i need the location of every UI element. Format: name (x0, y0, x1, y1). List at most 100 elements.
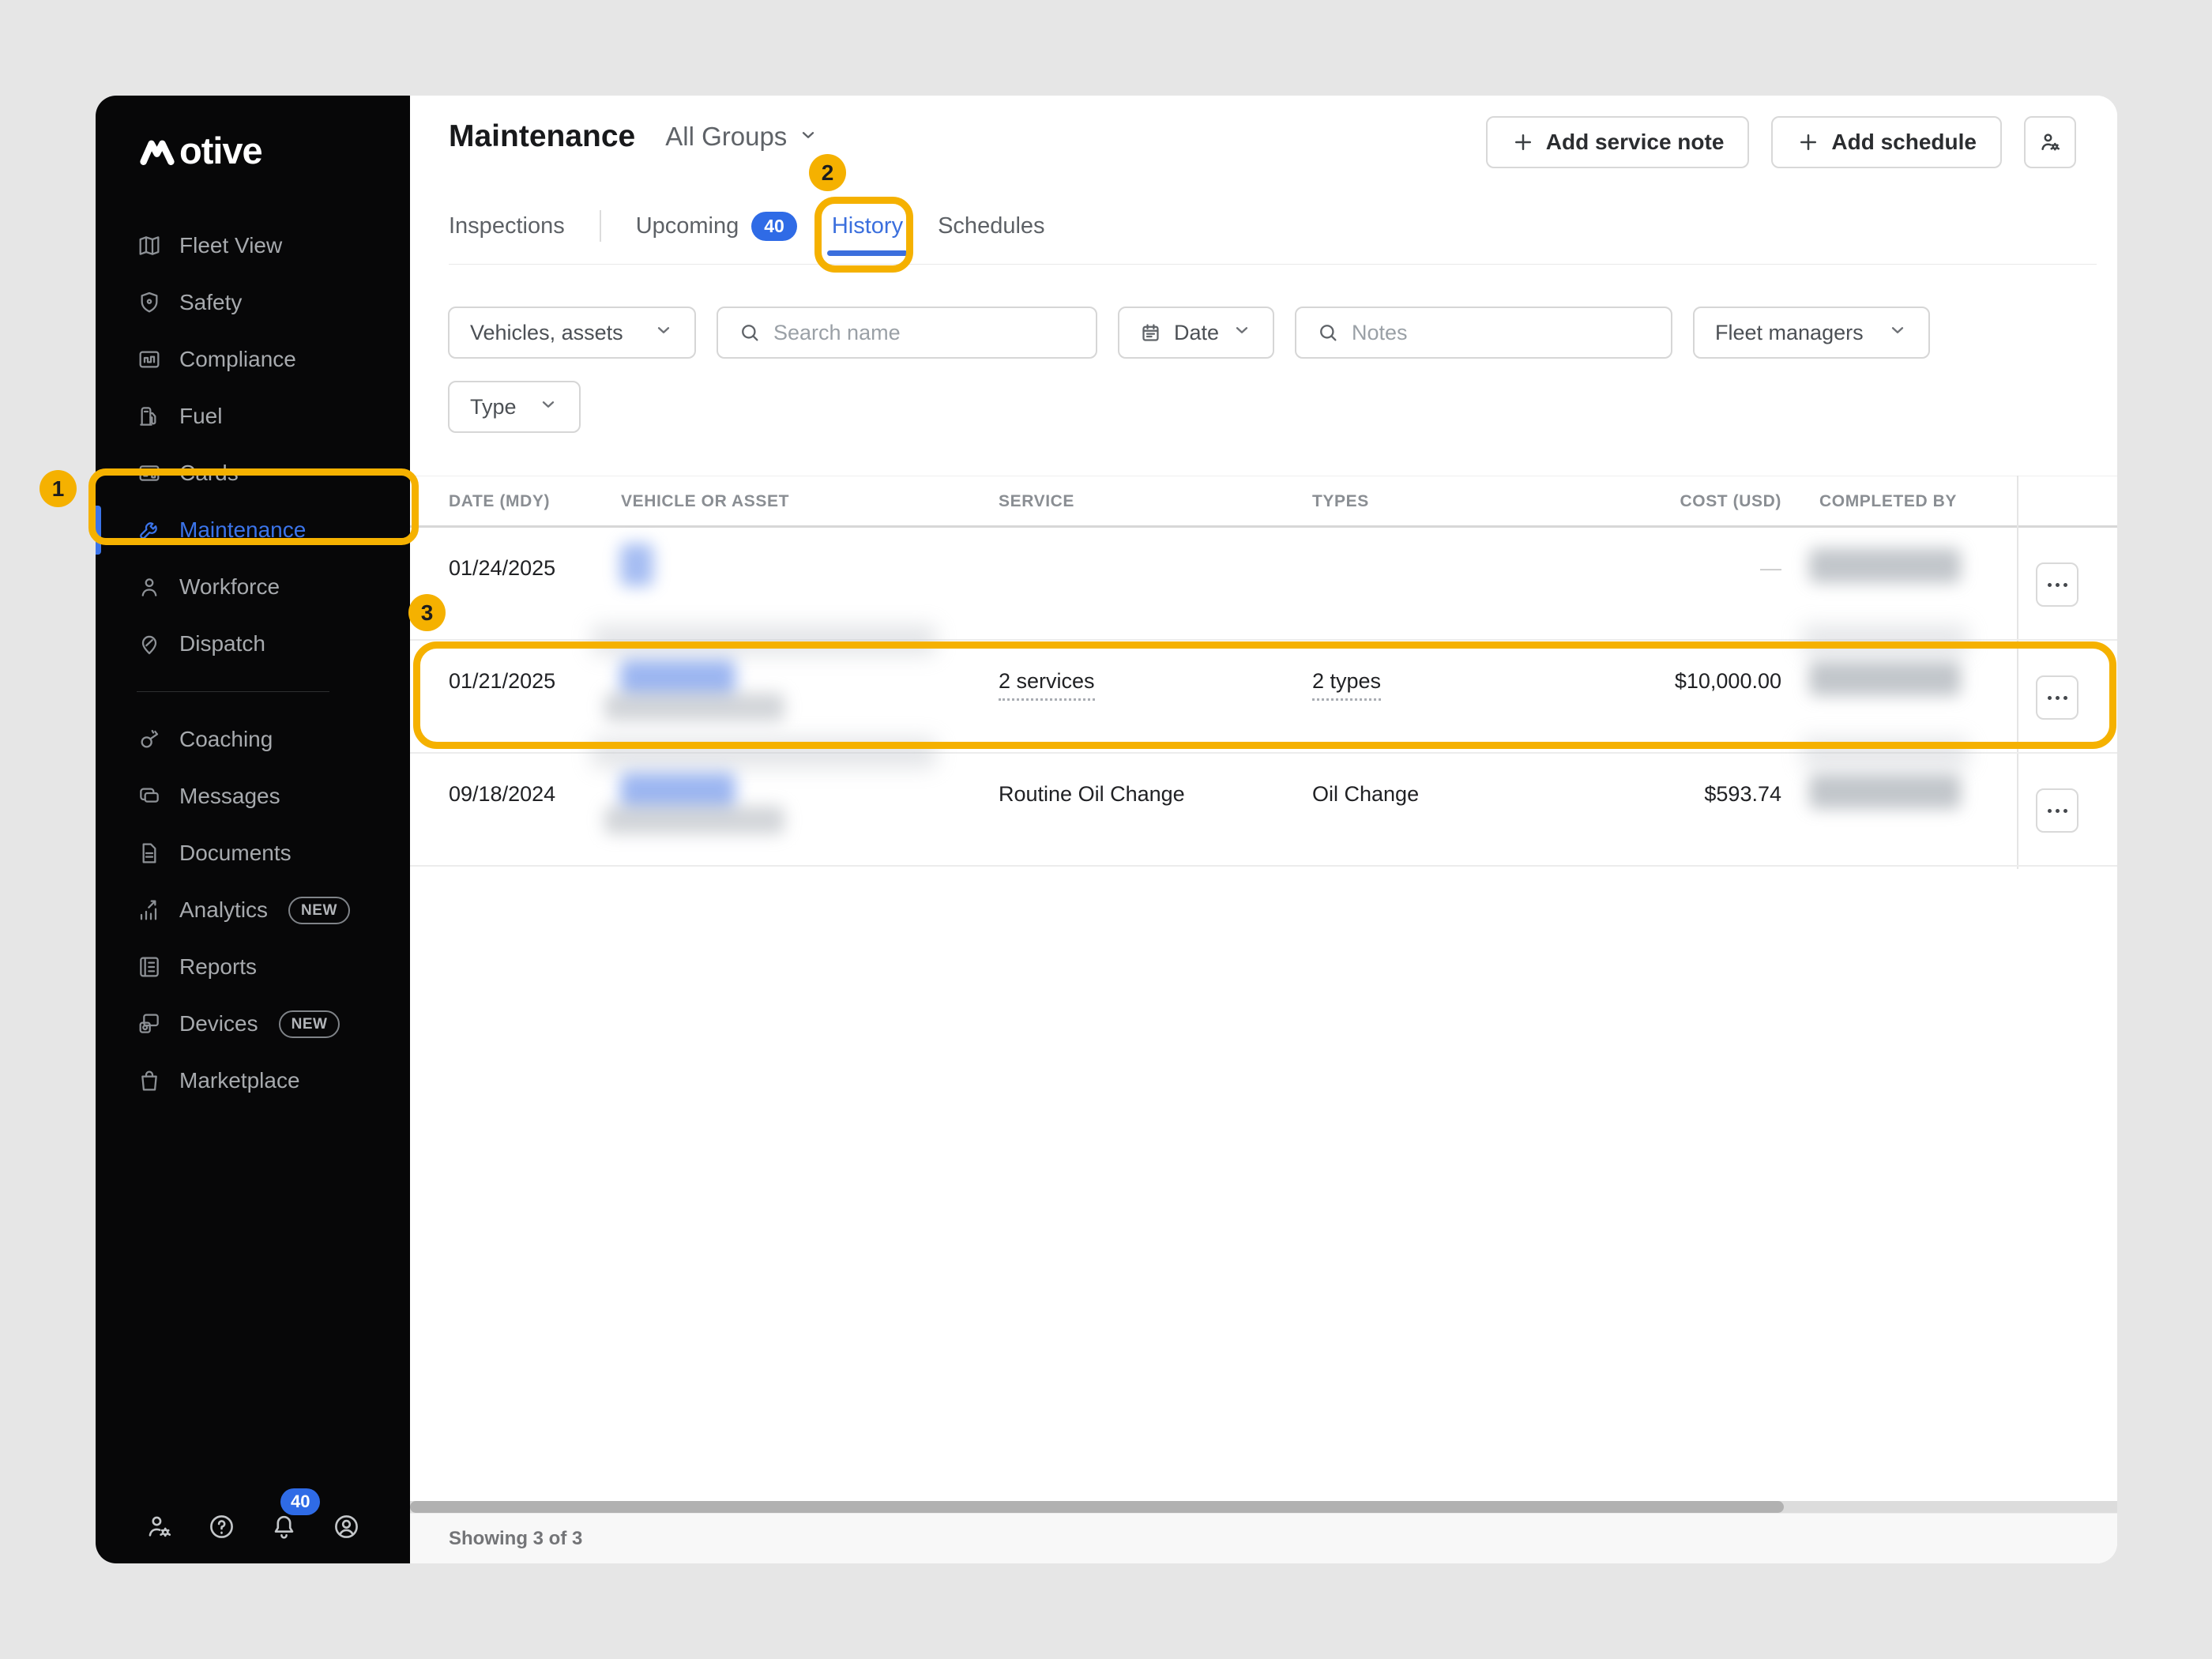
vehicles-assets-filter[interactable]: Vehicles, assets (448, 307, 696, 359)
row-cost: $10,000.00 (1505, 669, 1781, 694)
sidebar-item-label: Fleet View (179, 233, 282, 258)
tab-upcoming[interactable]: Upcoming 40 (636, 212, 797, 241)
fuel-pump-icon (137, 404, 162, 429)
header-actions: Add service note Add schedule (1486, 116, 2076, 168)
search-icon (1317, 322, 1339, 344)
search-name-input[interactable] (773, 321, 1075, 345)
services-link[interactable]: 2 services (999, 669, 1095, 701)
tab-label: Upcoming (636, 213, 739, 239)
row-actions-button[interactable] (2036, 562, 2078, 607)
date-filter[interactable]: Date (1118, 307, 1274, 359)
tab-bar: Inspections Upcoming 40 History Schedule… (449, 201, 1045, 250)
table-row[interactable]: 09/18/2024 Routine Oil Change Oil Change… (410, 754, 2117, 867)
sidebar-item-marketplace[interactable]: Marketplace (96, 1052, 410, 1109)
sidebar-item-label: Reports (179, 954, 257, 980)
add-schedule-button[interactable]: Add schedule (1771, 116, 2002, 168)
column-header-service: SERVICE (999, 492, 1074, 511)
notifications-bell-icon[interactable]: 40 (269, 1512, 299, 1541)
redacted-smudge (1802, 738, 1968, 768)
filter-row-2: Type (448, 381, 581, 433)
sidebar-item-safety[interactable]: Safety (96, 274, 410, 331)
sidebar-item-messages[interactable]: Messages (96, 768, 410, 825)
sidebar-item-label: Workforce (179, 574, 280, 600)
sidebar-item-dispatch[interactable]: Dispatch (96, 615, 410, 672)
chevron-down-icon (653, 320, 674, 346)
analytics-chart-icon (137, 897, 162, 923)
document-icon (137, 841, 162, 866)
filter-label: Vehicles, assets (470, 321, 623, 345)
type-filter[interactable]: Type (448, 381, 581, 433)
app-window: otive Fleet View Safety Compliance Fuel … (96, 96, 2117, 1563)
sidebar-item-documents[interactable]: Documents (96, 825, 410, 882)
row-actions-button[interactable] (2036, 788, 2078, 833)
filter-row-1: Vehicles, assets Date Fleet managers (448, 307, 1930, 359)
add-service-note-button[interactable]: Add service note (1486, 116, 1750, 168)
notification-count-badge: 40 (280, 1488, 320, 1515)
sidebar-item-label: Safety (179, 290, 242, 315)
types-link[interactable]: 2 types (1312, 669, 1381, 701)
sidebar-item-devices[interactable]: Devices NEW (96, 995, 410, 1052)
group-filter-label: All Groups (665, 122, 787, 152)
shopping-bag-icon (137, 1068, 162, 1093)
sidebar-item-label: Marketplace (179, 1068, 300, 1093)
sidebar-nav-secondary: Coaching Messages Documents Analytics NE… (96, 711, 410, 1109)
row-date: 01/24/2025 (449, 556, 555, 581)
sidebar-item-coaching[interactable]: Coaching (96, 711, 410, 768)
motive-logo-m-icon (137, 134, 178, 168)
row-cost: $593.74 (1505, 782, 1781, 807)
notes-search-field[interactable] (1295, 307, 1672, 359)
sidebar-item-label: Messages (179, 784, 280, 809)
sidebar-item-compliance[interactable]: Compliance (96, 331, 410, 388)
horizontal-scrollbar-track[interactable] (410, 1501, 2117, 1513)
showing-count-text: Showing 3 of 3 (449, 1528, 582, 1550)
sidebar-item-maintenance[interactable]: Maintenance (96, 502, 410, 559)
admin-person-gear-icon[interactable] (145, 1512, 174, 1541)
page-header: Maintenance All Groups (449, 119, 818, 154)
account-icon[interactable] (332, 1512, 361, 1541)
tab-schedules[interactable]: Schedules (938, 213, 1044, 239)
compliance-icon (137, 347, 162, 372)
sidebar-item-label: Compliance (179, 347, 296, 372)
sidebar-item-cards[interactable]: Cards (96, 445, 410, 502)
row-service: Routine Oil Change (999, 782, 1185, 807)
plus-icon (1796, 130, 1820, 154)
sidebar-item-workforce[interactable]: Workforce (96, 559, 410, 615)
horizontal-scrollbar-thumb[interactable] (410, 1501, 1784, 1513)
person-gear-icon (2038, 130, 2062, 154)
redacted-completed-by (1809, 774, 1961, 809)
logo-text: otive (179, 134, 262, 168)
sidebar-item-fleet-view[interactable]: Fleet View (96, 217, 410, 274)
sidebar-divider (137, 691, 329, 692)
redacted-smudge (592, 625, 936, 655)
table-header: DATE (MDY) VEHICLE OR ASSET SERVICE TYPE… (410, 476, 2117, 528)
sidebar-item-label: Coaching (179, 727, 273, 752)
sidebar-item-reports[interactable]: Reports (96, 939, 410, 995)
table-row[interactable]: 01/24/2025 — (410, 528, 2117, 641)
column-header-date: DATE (MDY) (449, 492, 550, 511)
row-types: 2 types (1312, 669, 1381, 694)
notes-input[interactable] (1352, 321, 1650, 345)
sidebar-nav-primary: Fleet View Safety Compliance Fuel Cards … (96, 217, 410, 672)
tab-history[interactable]: History (832, 213, 903, 239)
new-badge: NEW (279, 1010, 340, 1038)
manage-mechanics-button[interactable] (2024, 116, 2076, 168)
tab-inspections[interactable]: Inspections (449, 213, 565, 239)
fleet-managers-filter[interactable]: Fleet managers (1693, 307, 1930, 359)
new-badge: NEW (288, 897, 350, 924)
location-pin-icon (137, 631, 162, 656)
sidebar-item-label: Dispatch (179, 631, 265, 656)
redacted-vehicle-link (620, 544, 653, 586)
search-name-field[interactable] (717, 307, 1097, 359)
sidebar-item-label: Documents (179, 841, 292, 866)
help-icon[interactable] (207, 1512, 236, 1541)
sidebar-item-fuel[interactable]: Fuel (96, 388, 410, 445)
group-filter-dropdown[interactable]: All Groups (665, 122, 818, 152)
upcoming-count-badge: 40 (751, 212, 797, 241)
row-actions-button[interactable] (2036, 675, 2078, 720)
sidebar-item-label: Cards (179, 461, 239, 486)
column-header-types: TYPES (1312, 492, 1369, 511)
active-tab-underline (827, 250, 908, 256)
sidebar-item-analytics[interactable]: Analytics NEW (96, 882, 410, 939)
table-row[interactable]: 01/21/2025 2 services 2 types $10,000.00 (410, 641, 2117, 754)
filter-label: Date (1174, 321, 1219, 345)
